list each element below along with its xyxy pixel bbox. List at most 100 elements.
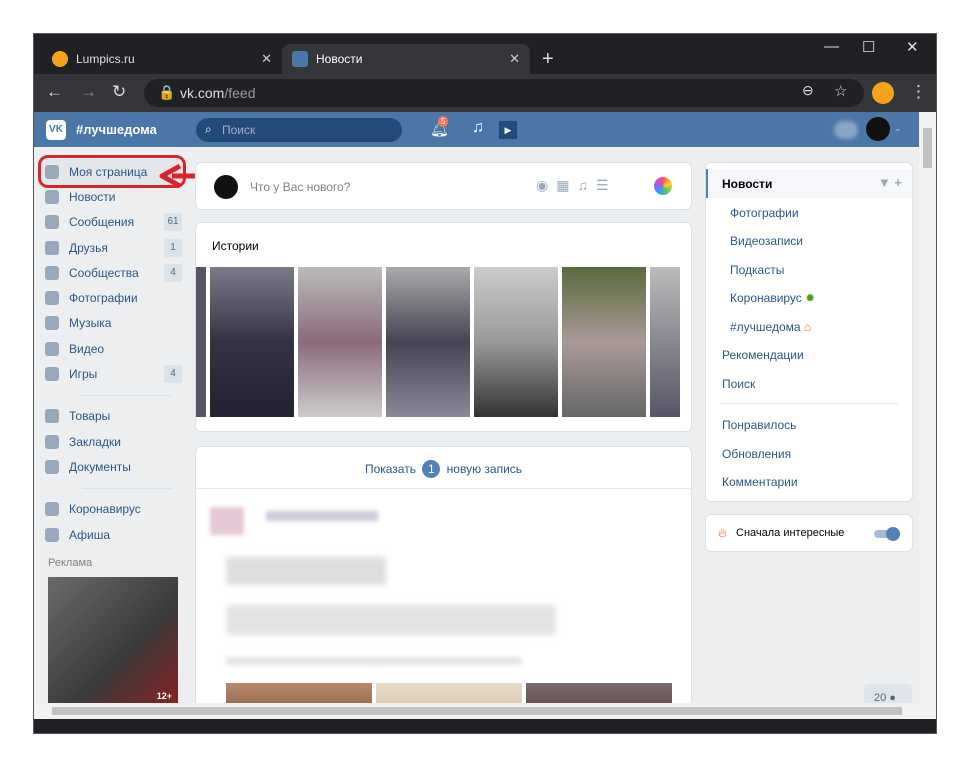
story[interactable] (196, 267, 206, 417)
stories-list (196, 267, 691, 417)
tab-lumpics[interactable]: Lumpics.ru ✕ (42, 44, 282, 74)
repost-header-blurred (226, 557, 386, 585)
tab-label: Lumpics.ru (76, 52, 135, 66)
right-nav-stayhome[interactable]: #лучшедома ⌂ (706, 312, 912, 341)
right-nav-search[interactable]: Поиск (706, 369, 912, 398)
sidebar-item-afisha[interactable]: Афиша (42, 522, 182, 547)
ad-image[interactable]: 12+ (48, 577, 178, 708)
vk-favicon-icon (292, 51, 308, 67)
sidebar-item-label: Видео (69, 341, 105, 356)
story[interactable] (562, 267, 646, 417)
composer-placeholder: Что у Вас нового? (250, 180, 351, 194)
sidebar-item-documents[interactable]: Документы (42, 454, 182, 479)
right-nav-recommendations[interactable]: Рекомендации (706, 340, 912, 369)
sidebar-item-games[interactable]: Игры 4 (42, 361, 182, 386)
header-title[interactable]: #лучшедома (76, 122, 157, 137)
url-input[interactable]: 🔒 vk.com/feed (144, 79, 864, 107)
maximize-button[interactable]: ☐ (862, 38, 875, 56)
lock-icon: 🔒 (158, 84, 176, 100)
nav-label: Новости (722, 177, 773, 191)
sidebar-item-friends[interactable]: Друзья 1 (42, 235, 182, 260)
document-icon (45, 459, 59, 474)
sidebar-item-photos[interactable]: Фотографии (42, 285, 182, 310)
horizontal-scrollbar[interactable] (34, 703, 920, 719)
sidebar-item-label: Друзья (69, 240, 108, 255)
right-nav-coronavirus[interactable]: Коронавирус ✹ (706, 283, 912, 312)
search-placeholder: Поиск (222, 123, 256, 137)
story[interactable] (298, 267, 382, 417)
vertical-scrollbar[interactable] (919, 112, 936, 719)
reload-icon[interactable]: ↻ (112, 82, 126, 102)
sidebar-item-label: Моя страница (69, 164, 148, 179)
menu-icon[interactable]: ⋮ (910, 82, 927, 102)
music-icon[interactable]: ♫ (472, 119, 484, 137)
interesting-first-toggle[interactable] (874, 527, 900, 541)
right-nav-podcasts[interactable]: Подкасты (706, 255, 912, 284)
sidebar-item-communities[interactable]: Сообщества 4 (42, 260, 182, 285)
count-badge: 4 (164, 263, 182, 282)
virus-icon: ✹ (805, 291, 816, 305)
post-composer[interactable]: Что у Вас нового? ◉▦♫☰ (195, 162, 692, 210)
right-nav-photos[interactable]: Фотографии (706, 198, 912, 227)
post-author-avatar[interactable] (210, 507, 244, 535)
right-nav-card: Новости ▼ + Фотографии Видеозаписи Подкас… (705, 162, 913, 502)
show-new-posts-button[interactable]: Показать 1 новую запись (196, 447, 691, 489)
show-prefix: Показать (364, 462, 416, 476)
virus-icon (45, 502, 59, 517)
stories-title: Истории (212, 239, 259, 253)
right-nav-videos[interactable]: Видеозаписи (706, 226, 912, 255)
sidebar-item-coronavirus[interactable]: Коронавирус (42, 497, 182, 522)
lumpics-favicon-icon (52, 51, 68, 67)
post-text-blurred (226, 657, 522, 665)
story[interactable] (210, 267, 294, 417)
sidebar-item-label: Фотографии (69, 291, 138, 306)
back-icon[interactable]: ← (46, 82, 63, 102)
sidebar-item-bookmarks[interactable]: Закладки (42, 429, 182, 454)
tab-label: Новости (316, 52, 363, 66)
post-text-blurred (226, 605, 556, 635)
sidebar-item-goods[interactable]: Товары (42, 404, 182, 429)
attachment-icons[interactable]: ◉▦♫☰ (536, 177, 617, 194)
user-avatar[interactable] (866, 117, 890, 141)
home-icon (45, 164, 59, 179)
filter-plus-icons[interactable]: ▼ + (878, 175, 902, 190)
close-tab-icon[interactable]: ✕ (509, 51, 520, 67)
post-author-blurred (266, 511, 378, 521)
bag-icon (45, 409, 59, 424)
right-nav-updates[interactable]: Обновления (706, 439, 912, 468)
story[interactable] (650, 267, 680, 417)
interesting-first-card: 🔥︎ Сначала интересные (705, 514, 913, 552)
right-nav-comments[interactable]: Комментарии (706, 467, 912, 496)
sidebar-item-label: Документы (69, 459, 131, 474)
friends-icon (45, 240, 59, 255)
ar-icon[interactable] (654, 177, 672, 195)
chevron-down-icon[interactable]: ⌄ (894, 123, 902, 134)
minimize-button[interactable]: — (824, 38, 839, 55)
right-nav-liked[interactable]: Понравилось (706, 410, 912, 439)
divider (82, 394, 172, 396)
play-icon[interactable]: ▶ (499, 121, 517, 139)
star-icon[interactable]: ☆ (834, 82, 847, 100)
sidebar-item-music[interactable]: Музыка (42, 311, 182, 336)
right-nav-news[interactable]: Новости ▼ + (706, 169, 912, 198)
sidebar-item-messages[interactable]: Сообщения 61 (42, 210, 182, 235)
new-tab-button[interactable]: + (532, 44, 564, 74)
user-name-blurred (834, 121, 858, 139)
story[interactable] (474, 267, 558, 417)
close-window-button[interactable]: ✕ (906, 38, 919, 56)
sidebar-item-label: Сообщества (69, 265, 139, 280)
zoom-icon[interactable]: ⊖ (802, 82, 814, 99)
vk-logo-icon[interactable]: VK (46, 120, 66, 140)
search-input[interactable]: ⌕ Поиск (196, 118, 402, 142)
sidebar-item-video[interactable]: Видео (42, 336, 182, 361)
story[interactable] (386, 267, 470, 417)
forward-icon[interactable]: → (80, 82, 97, 102)
count-badge: 4 (164, 365, 182, 384)
sidebar-item-label: Новости (69, 189, 116, 204)
profile-avatar[interactable] (872, 82, 894, 104)
show-suffix: новую запись (446, 462, 523, 476)
search-icon: ⌕ (205, 122, 212, 136)
vk-page: VK #лучшедома ⌕ Поиск 🔔︎ 5 ♫ ▶ ⌄ Моя стра… (34, 112, 920, 719)
close-tab-icon[interactable]: ✕ (261, 51, 272, 67)
tab-novosti[interactable]: Новости ✕ (282, 44, 530, 74)
